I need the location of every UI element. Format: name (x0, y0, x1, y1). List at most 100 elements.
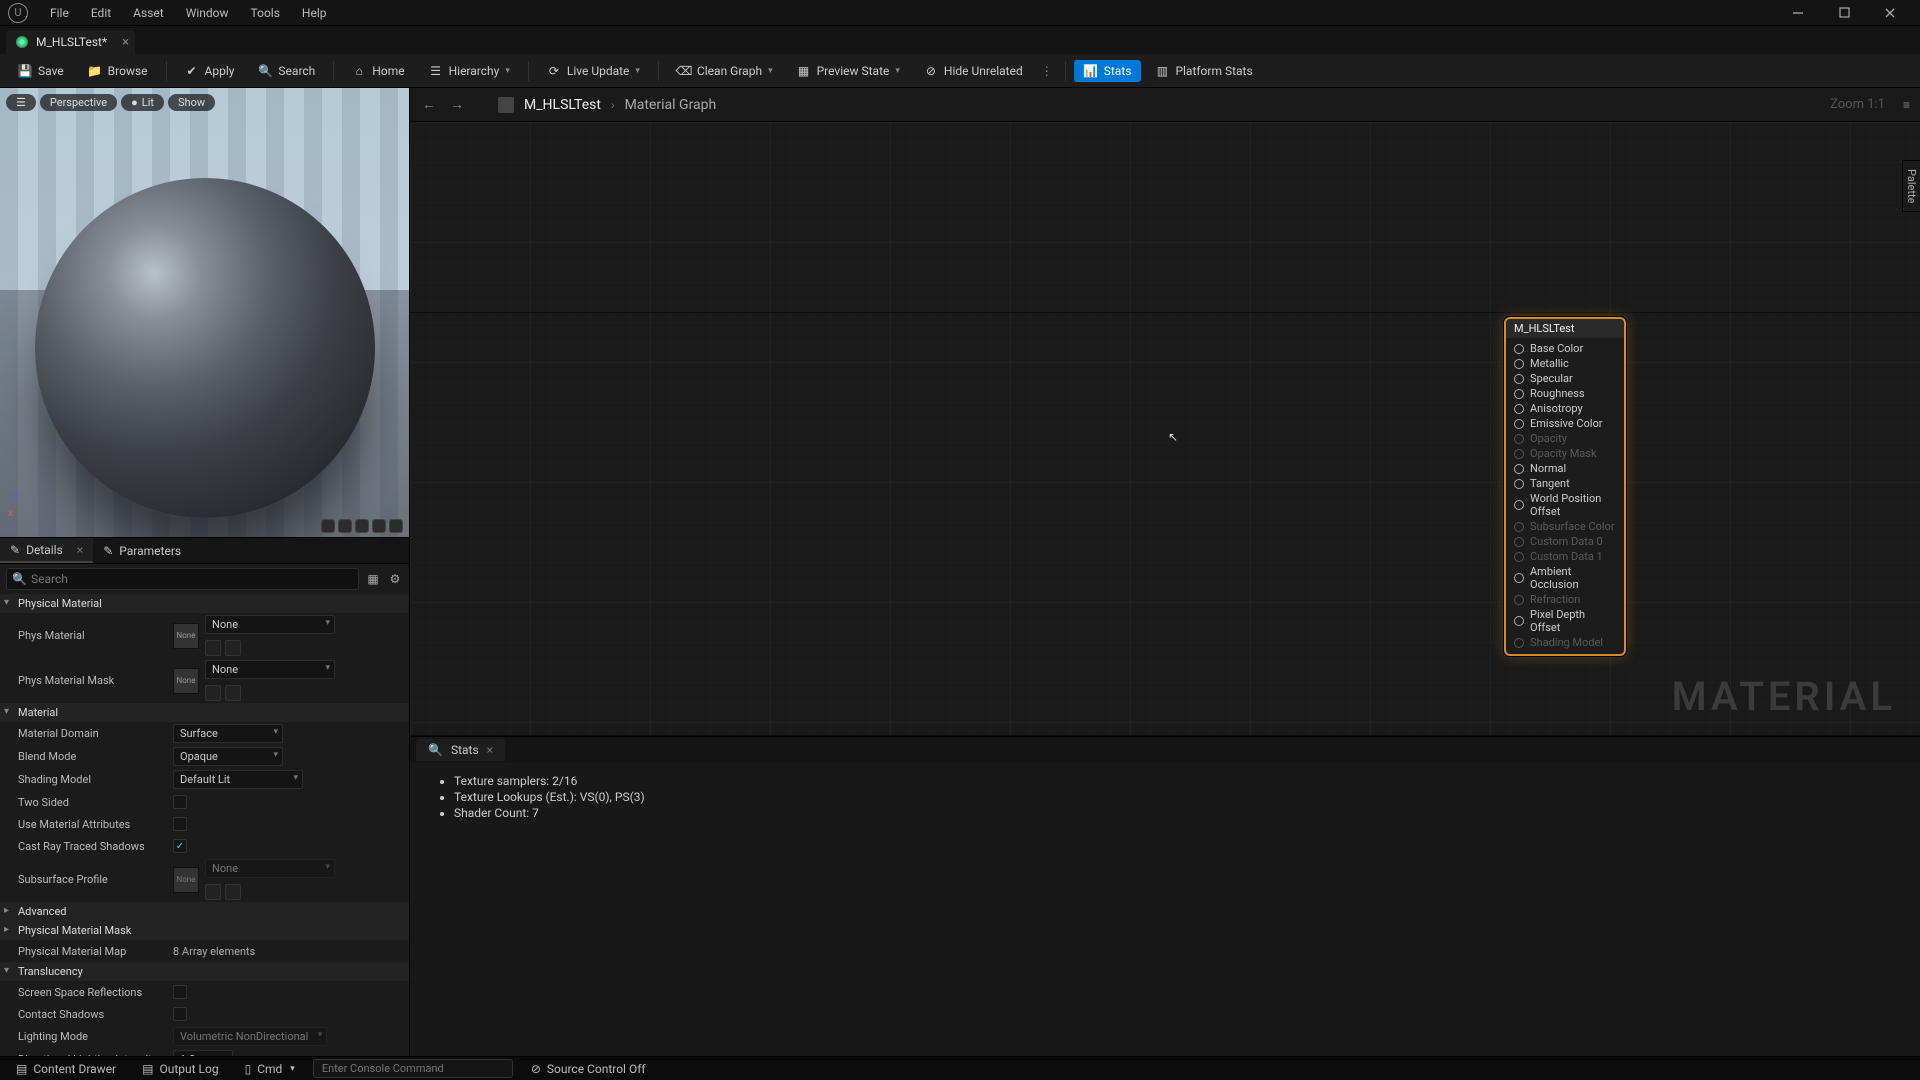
preview-state-button[interactable]: ▦Preview State▾ (787, 60, 910, 82)
pin-tangent[interactable]: Tangent (1506, 476, 1624, 491)
menu-tools[interactable]: Tools (241, 2, 290, 24)
cast-rts-checkbox[interactable] (173, 839, 187, 853)
pin-anisotropy[interactable]: Anisotropy (1506, 401, 1624, 416)
menu-file[interactable]: File (40, 2, 79, 24)
material-graph-canvas[interactable]: ↖ Palette M_HLSLTest Base ColorMetallicS… (410, 122, 1920, 736)
viewport-options-button[interactable]: ☰ (6, 94, 36, 111)
pin-socket-icon (1514, 616, 1524, 626)
close-icon[interactable]: × (122, 35, 129, 50)
use-selected-icon[interactable] (205, 884, 221, 900)
asset-thumbnail[interactable]: None (173, 623, 199, 649)
menu-help[interactable]: Help (292, 2, 337, 24)
gear-icon[interactable]: ⚙ (387, 571, 403, 587)
graph-settings-icon[interactable]: ≡ (1903, 98, 1910, 112)
pin-ambient-occlusion[interactable]: Ambient Occlusion (1506, 564, 1624, 592)
browse-asset-icon[interactable] (225, 884, 241, 900)
browse-asset-icon[interactable] (225, 640, 241, 656)
hierarchy-label: Hierarchy (449, 64, 500, 78)
viewport-show-button[interactable]: Show (168, 94, 215, 111)
hierarchy-button[interactable]: ☰Hierarchy▾ (419, 60, 520, 82)
pin-specular[interactable]: Specular (1506, 371, 1624, 386)
output-log-button[interactable]: ▤Output Log (134, 1060, 226, 1078)
zoom-indicator: Zoom 1:1 (1830, 97, 1885, 112)
nav-back-button[interactable]: ← (420, 96, 438, 114)
pin-label: Opacity Mask (1530, 447, 1597, 460)
stats-button[interactable]: 📊Stats (1074, 60, 1142, 82)
use-material-attributes-checkbox[interactable] (173, 817, 187, 831)
source-control-button[interactable]: ⊘Source Control Off (523, 1060, 1912, 1078)
shading-model-dropdown[interactable]: Default Lit (173, 770, 303, 789)
content-drawer-button[interactable]: ▤Content Drawer (8, 1060, 124, 1078)
close-icon[interactable]: × (487, 743, 493, 757)
property-matrix-icon[interactable]: ▦ (365, 571, 381, 587)
breadcrumb-asset[interactable]: M_HLSLTest (524, 97, 601, 113)
asset-thumbnail[interactable]: None (173, 668, 199, 694)
console-input[interactable] (313, 1059, 513, 1078)
apply-button[interactable]: ✔Apply (175, 60, 245, 82)
platform-stats-button[interactable]: ▥Platform Stats (1145, 60, 1262, 82)
pin-pixel-depth-offset[interactable]: Pixel Depth Offset (1506, 607, 1624, 635)
tab-details[interactable]: ✎Details× (0, 538, 93, 563)
contact-shadows-checkbox[interactable] (173, 1007, 187, 1021)
statusbar: ▤Content Drawer ▤Output Log ▯Cmd▾ ⊘Sourc… (0, 1056, 1920, 1080)
shape-sphere-button[interactable] (338, 519, 352, 533)
pin-world-position-offset[interactable]: World Position Offset (1506, 491, 1624, 519)
section-physical-material-mask[interactable]: Physical Material Mask (0, 921, 409, 940)
pin-metallic[interactable]: Metallic (1506, 356, 1624, 371)
material-output-node[interactable]: M_HLSLTest Base ColorMetallicSpecularRou… (1504, 317, 1626, 656)
blend-mode-dropdown[interactable]: Opaque (173, 747, 283, 766)
dli-input[interactable]: 1.0 (173, 1050, 233, 1056)
tab-stats[interactable]: 🔍Stats× (416, 739, 505, 761)
section-material[interactable]: Material (0, 703, 409, 722)
pin-roughness[interactable]: Roughness (1506, 386, 1624, 401)
material-domain-dropdown[interactable]: Surface (173, 724, 283, 743)
section-physical-material[interactable]: Physical Material (0, 594, 409, 613)
pin-socket-icon (1514, 479, 1524, 489)
use-selected-icon[interactable] (205, 685, 221, 701)
details-panel[interactable]: Physical Material Phys Material None Non… (0, 594, 409, 1056)
cmd-dropdown[interactable]: ▯Cmd▾ (237, 1060, 303, 1078)
nav-forward-button[interactable]: → (448, 96, 466, 114)
window-close-button[interactable] (1868, 1, 1912, 25)
phys-material-dropdown[interactable]: None (205, 615, 335, 634)
two-sided-checkbox[interactable] (173, 795, 187, 809)
save-button[interactable]: 💾Save (8, 60, 74, 82)
close-icon[interactable]: × (77, 543, 83, 557)
log-icon: ▤ (142, 1062, 153, 1076)
kebab-icon[interactable]: ⋮ (1037, 64, 1057, 78)
axis-gizmo: zx (8, 508, 13, 519)
details-search-input[interactable] (6, 568, 359, 590)
pin-normal[interactable]: Normal (1506, 461, 1624, 476)
pin-base-color[interactable]: Base Color (1506, 341, 1624, 356)
window-minimize-button[interactable] (1776, 1, 1820, 25)
section-translucency[interactable]: Translucency (0, 962, 409, 981)
home-button[interactable]: ⌂Home (342, 60, 414, 82)
shape-plane-button[interactable] (355, 519, 369, 533)
shape-cylinder-button[interactable] (321, 519, 335, 533)
section-advanced[interactable]: Advanced (0, 902, 409, 921)
search-button[interactable]: 🔍Search (248, 60, 325, 82)
ssr-checkbox[interactable] (173, 985, 187, 999)
menu-asset[interactable]: Asset (123, 2, 174, 24)
tab-parameters[interactable]: ✎Parameters (93, 538, 191, 563)
material-preview-viewport[interactable]: ☰ Perspective ●Lit Show zx (0, 88, 409, 538)
viewport-perspective-button[interactable]: Perspective (40, 94, 117, 111)
live-update-button[interactable]: ⟳Live Update▾ (537, 60, 650, 82)
browse-asset-icon[interactable] (225, 685, 241, 701)
shape-cube-button[interactable] (372, 519, 386, 533)
window-maximize-button[interactable] (1822, 1, 1866, 25)
document-tab[interactable]: M_HLSLTest* × (6, 30, 135, 54)
browse-button[interactable]: 📁Browse (78, 60, 158, 82)
pin-emissive-color[interactable]: Emissive Color (1506, 416, 1624, 431)
shape-mesh-button[interactable] (389, 519, 403, 533)
stats-line: Texture samplers: 2/16 (454, 773, 1896, 789)
menu-edit[interactable]: Edit (81, 2, 121, 24)
palette-tab[interactable]: Palette (1902, 160, 1920, 212)
viewport-lit-button[interactable]: ●Lit (121, 94, 164, 111)
menu-window[interactable]: Window (176, 2, 239, 24)
cmd-label: Cmd (257, 1062, 282, 1076)
phys-material-mask-dropdown[interactable]: None (205, 660, 335, 679)
hide-unrelated-button[interactable]: ⊘Hide Unrelated (914, 60, 1033, 82)
clean-graph-button[interactable]: ⌫Clean Graph▾ (667, 60, 783, 82)
use-selected-icon[interactable] (205, 640, 221, 656)
